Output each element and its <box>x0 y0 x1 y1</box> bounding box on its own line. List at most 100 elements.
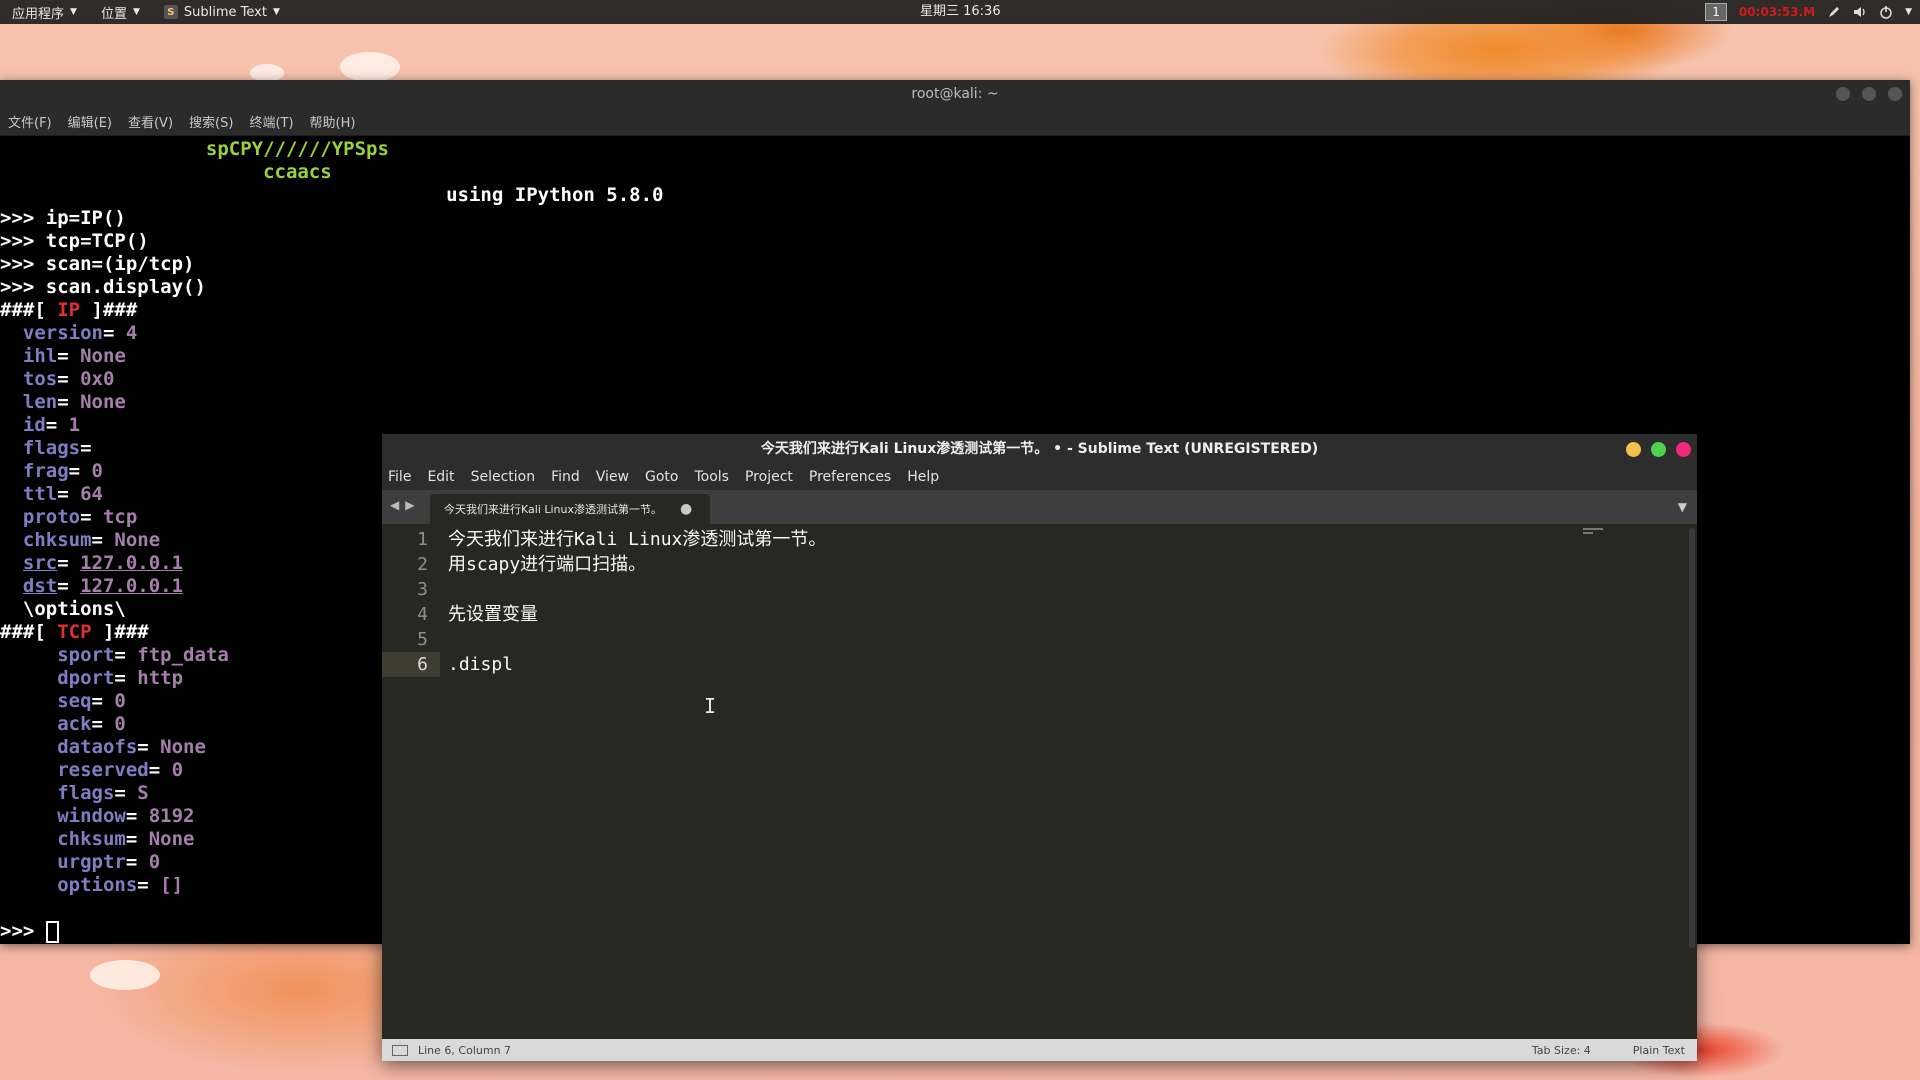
tab-navigation: ◀ ▶ <box>390 498 414 512</box>
app-menu-label: Sublime Text <box>183 4 267 20</box>
terminal-cursor <box>45 920 59 943</box>
minimap[interactable] <box>1583 528 1613 540</box>
status-right: Tab Size: 4 Plain Text <box>1532 1044 1685 1057</box>
field-value: 4 <box>125 322 138 344</box>
ip-field-row: len= None <box>22 391 126 413</box>
code-line: .displ <box>448 654 514 675</box>
field-value: http <box>137 667 184 689</box>
menu-help[interactable]: Help <box>907 469 939 485</box>
line-number: 6 <box>382 652 440 677</box>
menu-preferences[interactable]: Preferences <box>809 469 891 485</box>
vertical-scrollbar[interactable] <box>1689 528 1695 948</box>
wallpaper-splash <box>90 960 160 990</box>
close-button[interactable] <box>1676 442 1691 457</box>
field-name: chksum <box>22 529 92 551</box>
ip-layer-header: ###[ IP ]### <box>0 299 138 321</box>
sublime-menubar: File Edit Selection Find View Goto Tools… <box>382 464 1697 490</box>
line-number: 1 <box>417 529 428 550</box>
maximize-button[interactable] <box>1651 442 1666 457</box>
field-value: 0 <box>148 851 161 873</box>
field-value: 0 <box>114 713 126 735</box>
field-value: 64 <box>80 483 103 505</box>
command-line: >>> scan.display() <box>0 276 206 298</box>
unsaved-dot-icon[interactable]: ● <box>680 501 692 517</box>
field-value: None <box>114 529 161 551</box>
menu-tools[interactable]: Tools <box>694 469 729 485</box>
line-number: 3 <box>417 579 428 600</box>
code-view[interactable]: 今天我们来进行Kali Linux渗透测试第一节。 用scapy进行端口扫描。 先设… <box>440 524 1697 1033</box>
tab-current-file[interactable]: 今天我们来进行Kali Linux渗透测试第一节。 ● <box>430 494 711 524</box>
field-name: ttl <box>22 483 58 505</box>
workspace-indicator[interactable]: 1 <box>1705 3 1727 21</box>
menu-view[interactable]: View <box>596 469 629 485</box>
line-number: 4 <box>417 604 428 625</box>
banner-version: using IPython 5.8.0 <box>0 184 664 206</box>
field-name: ack <box>57 713 92 735</box>
field-name: src <box>22 552 58 574</box>
power-icon[interactable] <box>1879 5 1893 19</box>
tab-list-dropdown-icon[interactable]: ▼ <box>1678 500 1687 514</box>
recording-timer[interactable]: 00:03:53.M <box>1739 5 1815 19</box>
volume-icon[interactable] <box>1853 5 1867 19</box>
ip-field-row: version= 4 <box>22 322 138 344</box>
menu-search[interactable]: 搜索(S) <box>189 112 233 131</box>
menu-edit[interactable]: 编辑(E) <box>68 112 112 131</box>
caret-down-icon: ▼ <box>132 7 140 17</box>
window-controls <box>1626 442 1691 457</box>
top-panel: 应用程序 ▼ 位置 ▼ S Sublime Text ▼ 星期三 16:36 1… <box>0 0 1920 24</box>
menu-terminal[interactable]: 终端(T) <box>249 112 293 131</box>
field-name: proto <box>22 506 81 528</box>
caret-down-icon: ▼ <box>272 7 280 17</box>
window-controls <box>1836 87 1902 101</box>
minimize-button[interactable] <box>1626 442 1641 457</box>
field-name: urgptr <box>57 851 126 873</box>
chevron-left-icon[interactable]: ◀ <box>390 498 399 512</box>
menu-edit[interactable]: Edit <box>427 469 454 485</box>
syntax-selector[interactable]: Plain Text <box>1633 1044 1685 1057</box>
maximize-button[interactable] <box>1862 87 1876 101</box>
field-value: None <box>148 828 195 850</box>
editor-area[interactable]: 1 2 3 4 56 今天我们来进行Kali Linux渗透测试第一节。 用scapy进行… <box>382 524 1697 1033</box>
field-value: S <box>137 782 149 804</box>
close-button[interactable] <box>1888 87 1902 101</box>
field-value: 0 <box>114 690 126 712</box>
tab-size[interactable]: Tab Size: 4 <box>1532 1044 1591 1057</box>
menu-goto[interactable]: Goto <box>645 469 678 485</box>
command-line: >>> tcp=TCP() <box>0 230 149 252</box>
applications-menu[interactable]: 应用程序 ▼ <box>0 0 89 24</box>
terminal-title: root@kali: ~ <box>911 86 999 102</box>
menu-find[interactable]: Find <box>551 469 580 485</box>
minimize-button[interactable] <box>1836 87 1850 101</box>
clock[interactable]: 星期三 16:36 <box>920 0 1001 24</box>
sublime-window: 今天我们来进行Kali Linux渗透测试第一节。 • - Sublime Te… <box>382 434 1697 1061</box>
field-value: [] <box>160 874 184 896</box>
command-line: >>> ip=IP() <box>0 207 126 229</box>
pen-icon[interactable] <box>1827 5 1841 19</box>
field-name: flags <box>57 782 115 804</box>
terminal-titlebar[interactable]: root@kali: ~ <box>0 80 1910 108</box>
menu-project[interactable]: Project <box>745 469 793 485</box>
command-line: >>> scan=(ip/tcp) <box>0 253 195 275</box>
field-value: None <box>80 345 126 367</box>
field-name: dataofs <box>57 736 138 758</box>
panel-toggle-icon[interactable] <box>392 1044 408 1056</box>
menu-selection[interactable]: Selection <box>471 469 536 485</box>
menu-help[interactable]: 帮助(H) <box>310 112 356 131</box>
chevron-right-icon[interactable]: ▶ <box>405 498 414 512</box>
field-name: sport <box>57 644 115 666</box>
caret-down-icon[interactable]: ▼ <box>1905 7 1912 17</box>
menu-view[interactable]: 查看(V) <box>128 112 173 131</box>
field-value: 8192 <box>148 805 195 827</box>
field-name: options <box>57 874 138 896</box>
line-number: 5 <box>417 629 428 650</box>
field-value: None <box>80 391 126 413</box>
ip-field-row: ihl= None <box>22 345 126 367</box>
sublime-titlebar[interactable]: 今天我们来进行Kali Linux渗透测试第一节。 • - Sublime Te… <box>382 434 1697 464</box>
app-menu[interactable]: S Sublime Text ▼ <box>152 0 292 24</box>
places-menu[interactable]: 位置 ▼ <box>89 0 152 24</box>
sublime-title: 今天我们来进行Kali Linux渗透测试第一节。 • - Sublime Te… <box>760 441 1319 457</box>
menu-file[interactable]: 文件(F) <box>8 112 52 131</box>
field-name: dst <box>22 575 58 597</box>
menu-file[interactable]: File <box>388 469 411 485</box>
